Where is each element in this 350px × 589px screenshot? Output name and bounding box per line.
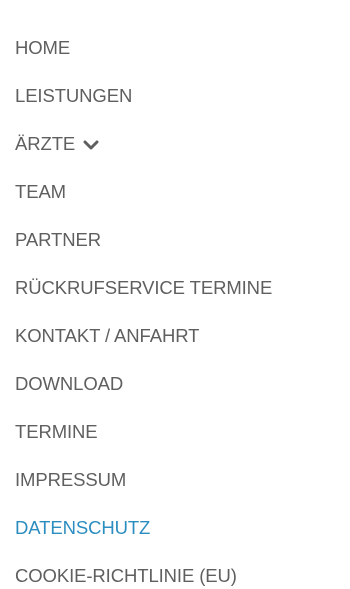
nav-list: HOME LEISTUNGEN ÄRZTE TEAM PARTNER RÜCKR… <box>15 34 272 589</box>
nav-label-aerzte: ÄRZTE <box>15 133 76 154</box>
nav-link-download[interactable]: DOWNLOAD <box>15 370 123 398</box>
nav-item-leistungen[interactable]: LEISTUNGEN <box>15 82 272 130</box>
nav-link-termine[interactable]: TERMINE <box>15 418 98 446</box>
nav-link-kontakt-anfahrt[interactable]: KONTAKT / ANFAHRT <box>15 322 199 350</box>
nav-link-cookie-richtlinie[interactable]: COOKIE-RICHTLINIE (EU) <box>15 562 237 589</box>
nav-item-termine[interactable]: TERMINE <box>15 418 272 466</box>
nav-item-datenschutz[interactable]: DATENSCHUTZ <box>15 514 272 562</box>
nav-item-rueckrufservice-termine[interactable]: RÜCKRUFSERVICE TERMINE <box>15 274 272 322</box>
nav-link-impressum[interactable]: IMPRESSUM <box>15 466 126 494</box>
nav-link-datenschutz[interactable]: DATENSCHUTZ <box>15 514 150 542</box>
nav-link-aerzte[interactable]: ÄRZTE <box>15 130 99 158</box>
chevron-down-icon[interactable] <box>83 139 99 151</box>
nav-link-leistungen[interactable]: LEISTUNGEN <box>15 82 132 110</box>
nav-link-partner[interactable]: PARTNER <box>15 226 101 254</box>
mobile-nav-menu: HOME LEISTUNGEN ÄRZTE TEAM PARTNER RÜCKR… <box>0 0 350 589</box>
nav-item-impressum[interactable]: IMPRESSUM <box>15 466 272 514</box>
nav-item-kontakt-anfahrt[interactable]: KONTAKT / ANFAHRT <box>15 322 272 370</box>
nav-link-home[interactable]: HOME <box>15 34 70 62</box>
nav-item-cookie-richtlinie[interactable]: COOKIE-RICHTLINIE (EU) <box>15 562 272 589</box>
nav-link-rueckrufservice-termine[interactable]: RÜCKRUFSERVICE TERMINE <box>15 274 272 302</box>
nav-item-aerzte[interactable]: ÄRZTE <box>15 130 272 178</box>
nav-item-partner[interactable]: PARTNER <box>15 226 272 274</box>
nav-item-team[interactable]: TEAM <box>15 178 272 226</box>
nav-link-team[interactable]: TEAM <box>15 178 66 206</box>
nav-item-home[interactable]: HOME <box>15 34 272 82</box>
nav-item-download[interactable]: DOWNLOAD <box>15 370 272 418</box>
